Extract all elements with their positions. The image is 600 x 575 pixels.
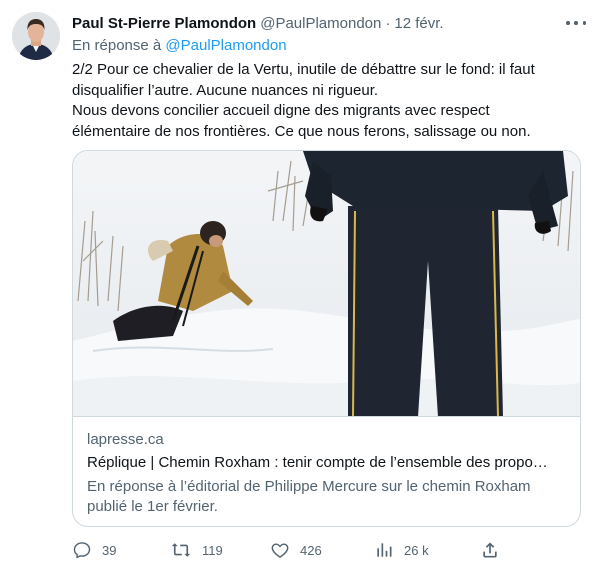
reply-prefix: En réponse à <box>72 37 162 54</box>
comment-icon <box>72 540 92 560</box>
card-title[interactable]: Réplique | Chemin Roxham : tenir compte … <box>87 454 571 471</box>
tweet-header: Paul St-Pierre Plamondon @PaulPlamondon … <box>72 12 588 34</box>
more-dots-icon <box>566 21 570 25</box>
tweet-actions: 39 119 426 26 k <box>72 538 502 562</box>
card-description: En réponse à l’éditorial de Philippe Mer… <box>87 477 571 517</box>
reply-button[interactable]: 39 <box>72 538 116 562</box>
card-description-line: publié le 1er février. <box>87 498 218 515</box>
retweet-button[interactable]: 119 <box>170 538 223 562</box>
views-count: 26 k <box>404 542 429 558</box>
more-dot <box>574 21 578 25</box>
tweet-date[interactable]: 12 févr. <box>394 15 443 32</box>
avatar[interactable] <box>12 12 60 60</box>
more-dot <box>582 21 586 25</box>
card-image[interactable] <box>73 151 580 417</box>
separator: · <box>385 14 391 32</box>
like-button[interactable]: 426 <box>270 538 322 562</box>
views-button[interactable]: 26 k <box>374 538 429 562</box>
tweet-text-line: 2/2 Pour ce chevalier de la Vertu, inuti… <box>72 61 535 78</box>
reply-context: En réponse à @PaulPlamondon <box>72 37 287 54</box>
tweet-text-line: disqualifier l’autre. Aucune nuances ni … <box>72 81 379 99</box>
card-domain: lapresse.ca <box>87 431 164 448</box>
card-description-line: En réponse à l’éditorial de Philippe Mer… <box>87 478 531 495</box>
link-preview-card[interactable]: lapresse.ca Réplique | Chemin Roxham : t… <box>72 150 581 527</box>
tweet-text-line: Nous devons concilier accueil digne des … <box>72 102 490 119</box>
tweet-text-line: élémentaire de nos frontières. Ce que no… <box>72 122 531 140</box>
like-count: 426 <box>300 542 322 558</box>
share-button[interactable] <box>480 538 500 562</box>
more-options-button[interactable] <box>566 16 586 30</box>
heart-icon <box>270 540 290 560</box>
tweet[interactable]: Paul St-Pierre Plamondon @PaulPlamondon … <box>0 0 600 575</box>
views-bar-chart-icon <box>374 540 394 560</box>
reply-count: 39 <box>102 542 117 558</box>
author-name[interactable]: Paul St-Pierre Plamondon <box>72 15 256 32</box>
retweet-icon <box>170 540 192 560</box>
retweet-count: 119 <box>202 542 223 558</box>
tweet-text: 2/2 Pour ce chevalier de la Vertu, inuti… <box>72 60 592 142</box>
reply-to-link[interactable]: @PaulPlamondon <box>165 37 286 54</box>
share-upload-icon <box>480 540 500 560</box>
author-handle[interactable]: @PaulPlamondon <box>260 15 381 32</box>
